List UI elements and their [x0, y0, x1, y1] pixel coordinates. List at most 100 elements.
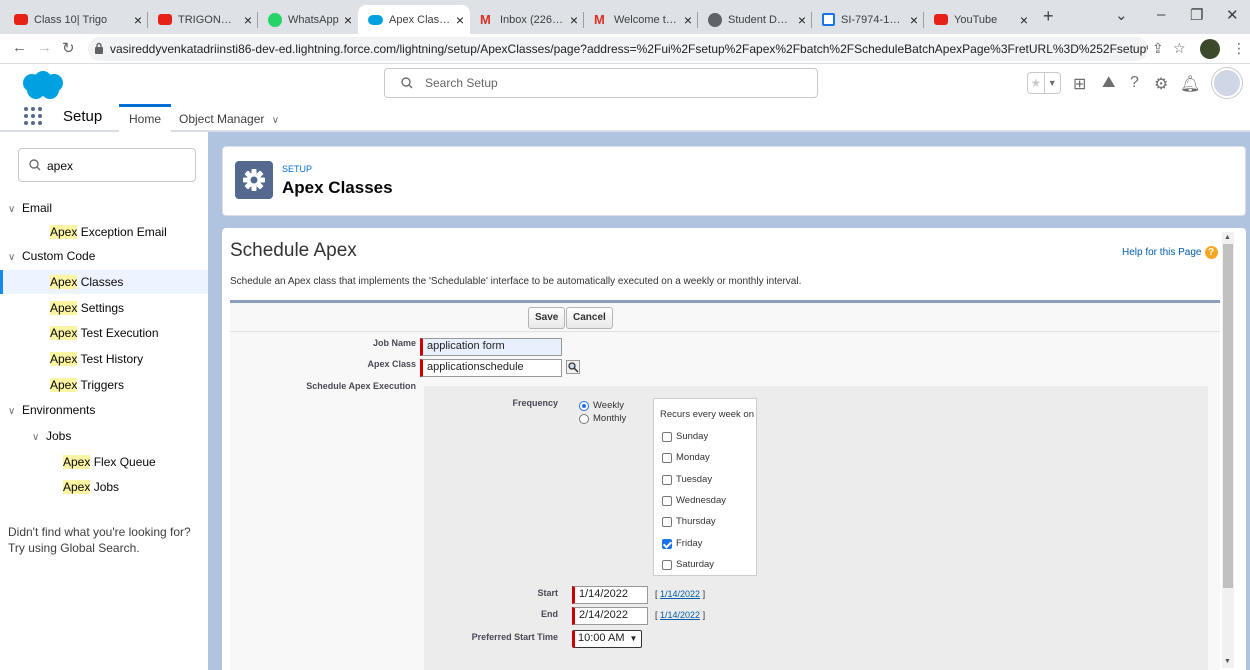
browser-tab[interactable]: SI-7974-1641 × — [812, 5, 924, 34]
close-icon[interactable]: × — [244, 12, 252, 28]
frequency-weekly-radio[interactable]: Weekly — [579, 400, 624, 411]
help-for-this-page-link[interactable]: Help for this Page? — [1122, 246, 1218, 259]
tree-item-apex-exception-email[interactable]: Apex Exception Email — [0, 220, 208, 244]
global-search-input[interactable]: Search Setup — [384, 68, 818, 98]
start-date-input[interactable]: 1/14/2022 — [572, 586, 648, 604]
chevron-down-icon: ▼ — [629, 634, 638, 643]
start-today-link[interactable]: [ 1/14/2022 ] — [655, 589, 705, 599]
page-header: SETUP Apex Classes — [222, 146, 1246, 216]
forward-icon[interactable]: → — [37, 39, 52, 56]
browser-tab-active[interactable]: Apex Classes | × — [358, 5, 470, 34]
browser-tab[interactable]: M Welcome to S × — [584, 5, 698, 34]
lookup-icon[interactable] — [566, 360, 580, 374]
close-icon[interactable]: × — [684, 12, 692, 28]
day-checkbox-sunday[interactable]: Sunday — [662, 431, 708, 442]
schedule-form: Job Name application form Apex Class app… — [230, 332, 1220, 670]
schedule-execution-label: Schedule Apex Execution — [306, 381, 416, 391]
scroll-up-icon[interactable]: ▲ — [1224, 234, 1231, 241]
job-name-input[interactable]: application form — [420, 338, 562, 356]
tree-item-apex-flex-queue[interactable]: Apex Flex Queue — [0, 450, 208, 474]
close-icon[interactable]: × — [570, 12, 578, 28]
content-scrollbar[interactable]: ▲ ▼ — [1222, 232, 1234, 668]
browser-tab[interactable]: WhatsApp × — [258, 5, 358, 34]
browser-tab[interactable]: TRIGONOMET × — [148, 5, 258, 34]
back-icon[interactable]: ← — [12, 39, 27, 56]
minimize-icon[interactable]: – — [1157, 6, 1165, 23]
browser-tab[interactable]: YouTube × — [924, 5, 1034, 34]
tree-section-jobs[interactable]: ∨ Jobs — [0, 424, 208, 448]
page-title: Apex Classes — [282, 178, 393, 197]
close-icon[interactable]: × — [1020, 12, 1028, 28]
setup-gear-icon[interactable]: ⚙ — [1154, 74, 1168, 94]
favorites-button-group[interactable]: ★ ▼ — [1027, 72, 1061, 94]
section-heading: Schedule Apex — [230, 240, 357, 261]
menu-kebab-icon[interactable]: ⋮ — [1232, 40, 1246, 57]
close-icon[interactable]: × — [456, 12, 464, 28]
favorites-dropdown-icon[interactable]: ▼ — [1043, 73, 1061, 93]
youtube-icon — [934, 14, 948, 25]
tab-home[interactable]: Home — [119, 104, 172, 132]
app-launcher-icon[interactable] — [24, 107, 42, 125]
browser-profile-avatar[interactable] — [1200, 39, 1220, 59]
salesforce-icon — [368, 14, 383, 25]
favorite-star-icon[interactable]: ★ — [1028, 73, 1044, 93]
frequency-label: Frequency — [512, 398, 558, 408]
maximize-icon[interactable]: ❐ — [1190, 6, 1203, 24]
tree-item-apex-triggers[interactable]: Apex Triggers — [0, 373, 208, 397]
save-button[interactable]: Save — [528, 307, 566, 329]
quick-find-input[interactable]: apex — [18, 148, 196, 182]
schedule-apex-content: Schedule Apex Help for this Page? Schedu… — [222, 228, 1246, 670]
salesforce-logo[interactable] — [18, 69, 66, 101]
help-icon[interactable]: ? — [1130, 74, 1139, 92]
day-checkbox-wednesday[interactable]: Wednesday — [662, 495, 726, 506]
browser-tab[interactable]: Class 10| Trigo × — [4, 5, 148, 34]
browser-tab-bar: Class 10| Trigo × TRIGONOMET × WhatsApp … — [0, 0, 1250, 34]
day-checkbox-friday[interactable]: Friday — [662, 538, 702, 549]
tree-item-apex-settings[interactable]: Apex Settings — [0, 296, 208, 320]
frequency-monthly-radio[interactable]: Monthly — [579, 413, 626, 424]
reload-icon[interactable]: ↻ — [62, 39, 75, 57]
setup-gear-icon — [235, 161, 273, 199]
cancel-button[interactable]: Cancel — [566, 307, 613, 329]
tree-item-apex-test-history[interactable]: Apex Test History — [0, 347, 208, 371]
preferred-start-time-select[interactable]: 10:00 AM ▼ — [572, 630, 642, 648]
close-icon[interactable]: × — [344, 12, 352, 28]
scrollbar-thumb[interactable] — [1223, 244, 1233, 588]
new-tab-icon[interactable]: + — [1043, 6, 1054, 27]
tree-section-custom-code[interactable]: ∨ Custom Code — [0, 244, 208, 268]
tab-object-manager[interactable]: Object Manager ∨ — [169, 104, 289, 132]
page-kicker: SETUP — [282, 164, 313, 174]
share-icon[interactable]: ⇪ — [1152, 40, 1164, 57]
tree-section-environments[interactable]: ∨ Environments — [0, 398, 208, 422]
day-checkbox-monday[interactable]: Monday — [662, 452, 710, 463]
tree-item-apex-test-execution[interactable]: Apex Test Execution — [0, 321, 208, 345]
youtube-icon — [14, 14, 28, 25]
user-avatar[interactable] — [1212, 68, 1242, 98]
url-field[interactable]: vasireddyvenkatadriinsti86-dev-ed.lightn… — [88, 37, 1148, 61]
day-checkbox-tuesday[interactable]: Tuesday — [662, 474, 712, 485]
browser-tab[interactable]: M Inbox (226) - I × — [470, 5, 584, 34]
close-icon[interactable]: × — [798, 12, 806, 28]
tree-section-email[interactable]: ∨ Email — [0, 196, 208, 220]
tab-search-icon[interactable]: ⌄ — [1115, 6, 1128, 24]
form-button-bar: Save Cancel — [230, 300, 1220, 332]
close-window-icon[interactable]: ✕ — [1226, 6, 1239, 24]
browser-tab[interactable]: Student Dashb × — [698, 5, 812, 34]
tree-item-apex-classes[interactable]: Apex Classes — [0, 270, 208, 294]
apex-class-input[interactable]: applicationschedule — [420, 359, 562, 377]
close-icon[interactable]: × — [910, 12, 918, 28]
tree-item-apex-jobs[interactable]: Apex Jobs — [0, 475, 208, 499]
end-date-input[interactable]: 2/14/2022 — [572, 607, 648, 625]
close-icon[interactable]: × — [134, 12, 142, 28]
scroll-down-icon[interactable]: ▼ — [1224, 658, 1231, 665]
trailhead-icon[interactable]: ⛰ — [1102, 74, 1115, 92]
day-checkbox-saturday[interactable]: Saturday — [662, 559, 714, 570]
day-checkbox-thursday[interactable]: Thursday — [662, 516, 716, 527]
bookmark-star-icon[interactable]: ☆ — [1173, 40, 1186, 57]
global-header: Search Setup ★ ▼ ⊞ ⛰ ? ⚙ 🔔︎ — [0, 64, 1250, 104]
notifications-bell-icon[interactable]: 🔔︎ — [1180, 74, 1200, 94]
gmail-icon: M — [480, 11, 491, 27]
global-actions-icon[interactable]: ⊞ — [1073, 74, 1086, 94]
end-today-link[interactable]: [ 1/14/2022 ] — [655, 610, 705, 620]
chevron-down-icon: ∨ — [32, 432, 40, 443]
